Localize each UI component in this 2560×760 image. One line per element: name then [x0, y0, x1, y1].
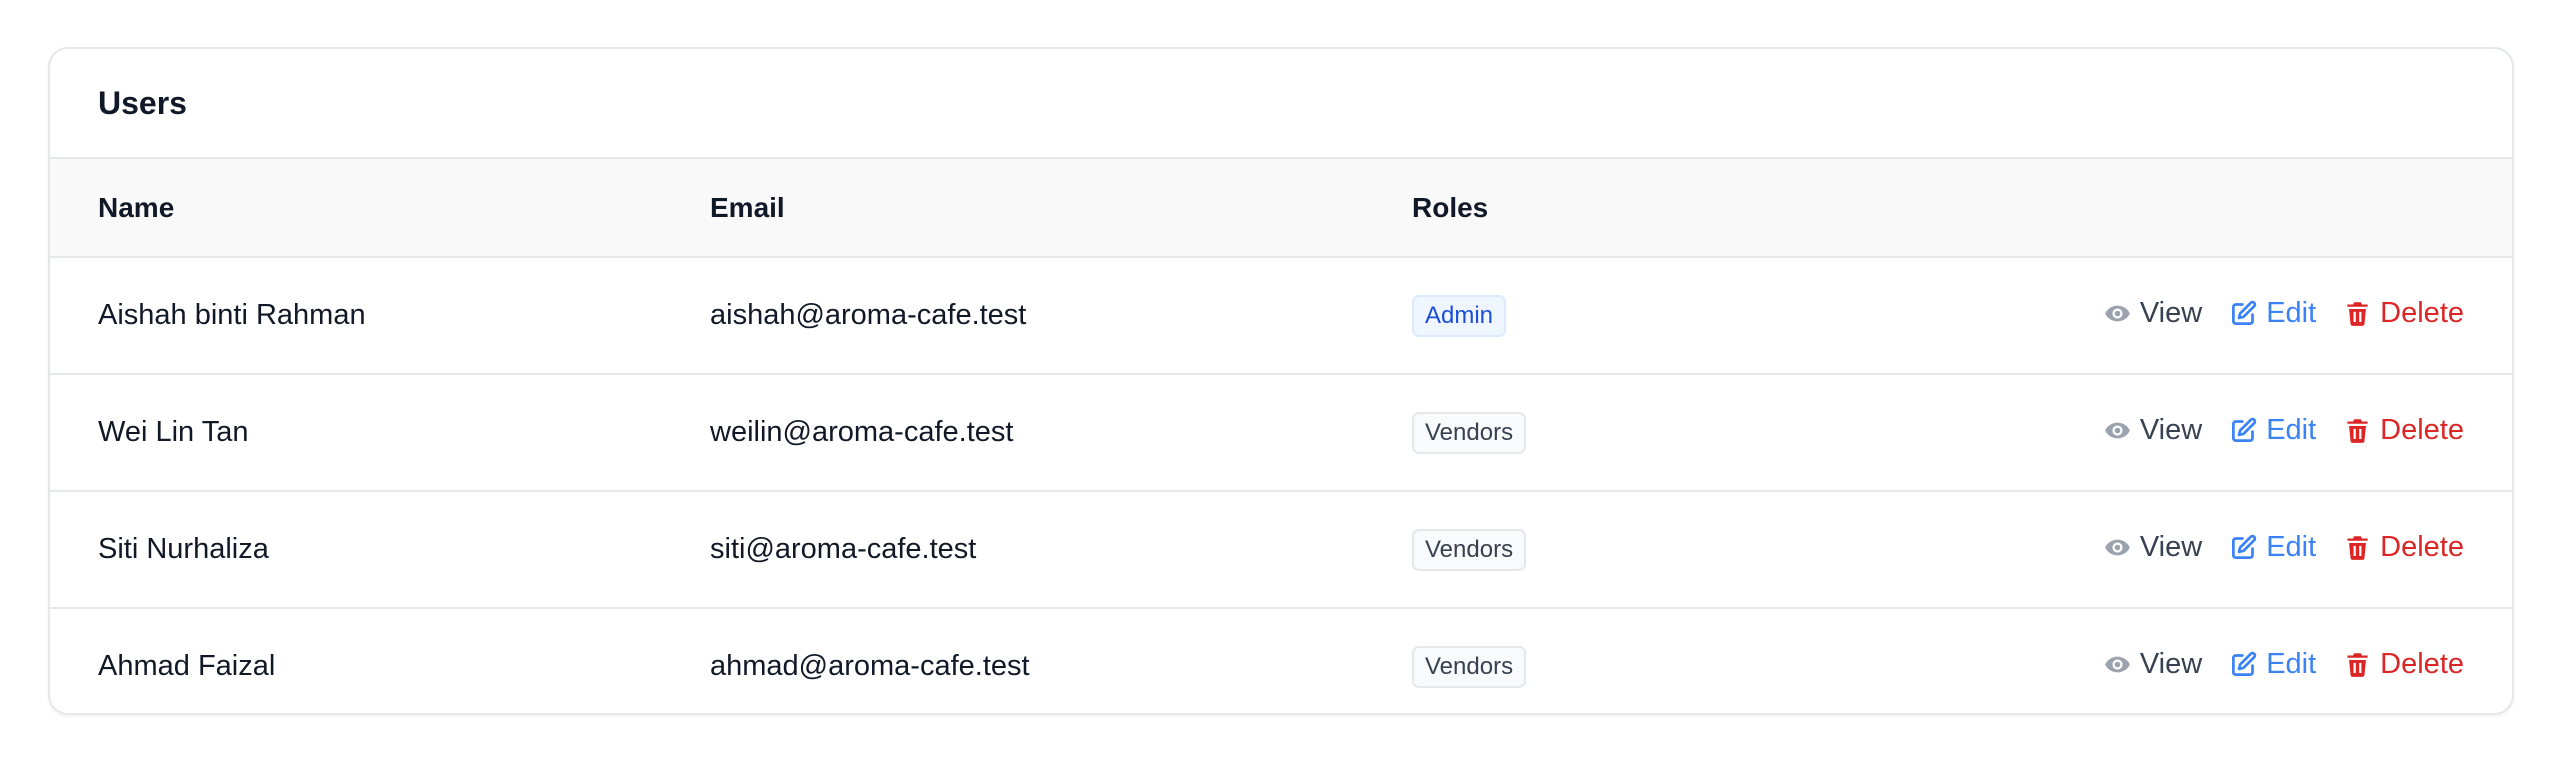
roles-cell: Admin: [1411, 257, 1973, 375]
table-row: Aishah binti Rahman aishah@aroma-cafe.te…: [50, 257, 2512, 375]
roles-cell: Vendors: [1411, 491, 1973, 609]
edit-button[interactable]: Edit: [2230, 414, 2316, 447]
roles-cell: Vendors: [1411, 374, 1973, 492]
edit-icon: [2230, 534, 2257, 561]
column-header-roles: Roles: [1411, 159, 1973, 258]
table-row: Siti Nurhaliza siti@aroma-cafe.test Vend…: [50, 491, 2512, 609]
view-button[interactable]: View: [2104, 297, 2202, 330]
delete-label: Delete: [2380, 530, 2464, 563]
delete-label: Delete: [2380, 413, 2464, 446]
view-button[interactable]: View: [2104, 414, 2202, 447]
delete-button[interactable]: Delete: [2344, 297, 2464, 330]
view-label: View: [2139, 413, 2203, 446]
trash-icon: [2344, 300, 2371, 327]
edit-label: Edit: [2266, 413, 2317, 446]
edit-icon: [2230, 300, 2257, 327]
table-row: Wei Lin Tan weilin@aroma-cafe.test Vendo…: [50, 374, 2512, 492]
users-table: Name Email Roles Aishah binti Rahman ais…: [50, 159, 2512, 713]
role-badge: Vendors: [1412, 411, 1527, 454]
delete-label: Delete: [2380, 296, 2464, 329]
column-header-actions: [1973, 159, 2512, 258]
edit-icon: [2230, 651, 2257, 678]
view-button[interactable]: View: [2104, 648, 2202, 681]
edit-label: Edit: [2266, 296, 2317, 329]
user-email: aishah@aroma-cafe.test: [709, 257, 1411, 375]
edit-label: Edit: [2266, 647, 2317, 680]
role-badge: Vendors: [1412, 528, 1527, 571]
view-button[interactable]: View: [2104, 531, 2202, 564]
eye-icon: [2104, 417, 2131, 444]
edit-icon: [2230, 417, 2257, 444]
users-panel: Users Name Email Roles Aishah binti Rahm…: [48, 47, 2514, 715]
eye-icon: [2104, 651, 2131, 678]
delete-button[interactable]: Delete: [2344, 531, 2464, 564]
actions-cell: View Edit Delete: [1973, 257, 2512, 375]
user-name: Ahmad Faizal: [98, 650, 276, 682]
trash-icon: [2344, 534, 2371, 561]
role-badge: Admin: [1412, 294, 1507, 337]
delete-button[interactable]: Delete: [2344, 414, 2464, 447]
user-name: Wei Lin Tan: [50, 374, 709, 492]
actions-cell: View Edit Delete: [1973, 374, 2512, 492]
roles-cell: Vendors: [1411, 608, 1973, 713]
view-label: View: [2139, 530, 2203, 563]
actions-cell: View Edit Delete: [1973, 491, 2512, 609]
column-header-email: Email: [709, 159, 1411, 258]
user-name: Aishah binti Rahman: [50, 257, 709, 375]
panel-title: Users: [98, 84, 187, 121]
role-badge: Vendors: [1412, 645, 1527, 688]
user-email: ahmad@aroma-cafe.test: [710, 650, 1030, 682]
user-email: siti@aroma-cafe.test: [709, 491, 1411, 609]
trash-icon: [2344, 417, 2371, 444]
view-label: View: [2139, 647, 2203, 680]
user-email: weilin@aroma-cafe.test: [709, 374, 1411, 492]
edit-button[interactable]: Edit: [2230, 531, 2316, 564]
panel-header: Users: [50, 49, 2512, 159]
delete-button[interactable]: Delete: [2344, 648, 2464, 681]
delete-label: Delete: [2380, 647, 2464, 680]
edit-label: Edit: [2266, 530, 2317, 563]
eye-icon: [2104, 300, 2131, 327]
table-row: Ahmad Faizal ahmad@aroma-cafe.test Vendo…: [50, 608, 2512, 713]
edit-button[interactable]: Edit: [2230, 297, 2316, 330]
edit-button[interactable]: Edit: [2230, 648, 2316, 681]
column-header-name: Name: [50, 159, 709, 258]
trash-icon: [2344, 651, 2371, 678]
user-name: Siti Nurhaliza: [50, 491, 709, 609]
actions-cell: View Edit Delete: [1973, 608, 2512, 713]
table-header-row: Name Email Roles: [50, 159, 2512, 258]
eye-icon: [2104, 534, 2131, 561]
view-label: View: [2139, 296, 2203, 329]
